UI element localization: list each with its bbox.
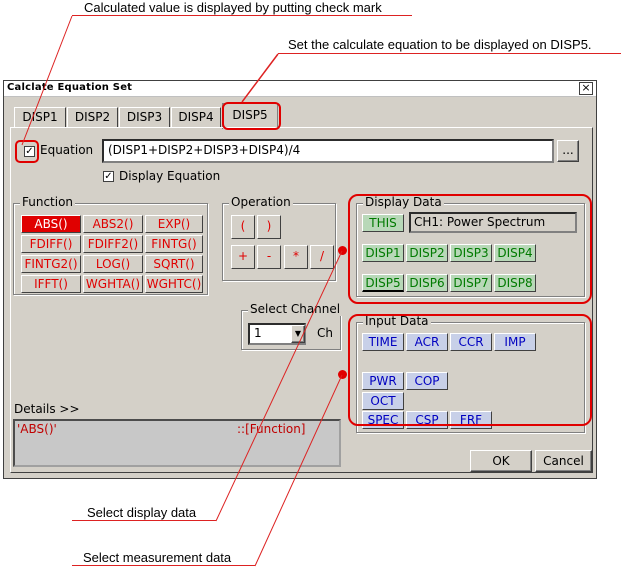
display-data-callout-underline — [72, 520, 216, 521]
close-button[interactable]: × — [579, 82, 593, 95]
operation-close-paren[interactable]: ) — [257, 215, 281, 239]
function-abs2[interactable]: ABS2() — [83, 215, 143, 233]
function-log[interactable]: LOG() — [83, 255, 143, 273]
tab-disp2[interactable]: DISP2 — [67, 107, 118, 127]
details-category-text: ::[Function] — [237, 422, 306, 436]
function-sqrt[interactable]: SQRT() — [145, 255, 203, 273]
function-fdiff[interactable]: FDIFF() — [21, 235, 81, 253]
input-data-highlight — [348, 314, 592, 426]
disp5-callout-underline — [278, 53, 621, 54]
equation-browse-button[interactable]: ... — [557, 140, 579, 162]
measurement-callout-underline — [72, 565, 255, 566]
operation-plus[interactable]: + — [231, 245, 255, 269]
channel-dropdown-button[interactable]: ▼ — [291, 325, 305, 343]
disp5-tab-highlight — [222, 102, 281, 130]
operation-divide[interactable]: / — [310, 245, 334, 269]
function-fintg2[interactable]: FINTG2() — [21, 255, 81, 273]
display-equation-label: Display Equation — [119, 169, 221, 183]
operation-group-title: Operation — [229, 195, 293, 209]
disp5-callout: Set the calculate equation to be display… — [288, 37, 592, 52]
ok-button[interactable]: OK — [470, 450, 532, 472]
checkbox-highlight — [15, 140, 39, 163]
display-data-highlight — [348, 194, 592, 304]
window-title: Calclate Equation Set — [7, 82, 133, 93]
display-data-pointer-dot — [338, 246, 347, 255]
equation-input[interactable]: (DISP1+DISP2+DISP3+DISP4)/4 — [102, 139, 554, 163]
checkmark-callout: Calculated value is displayed by putting… — [84, 0, 382, 15]
input-data-pointer-dot — [338, 370, 347, 379]
calculate-equation-dialog: Calclate Equation Set × DISP1 DISP2 DISP… — [3, 80, 597, 479]
function-wghtc[interactable]: WGHTC() — [145, 275, 203, 293]
operation-minus[interactable]: - — [257, 245, 281, 269]
title-bar: Calclate Equation Set × — [4, 81, 596, 97]
details-function-text: 'ABS()' — [17, 422, 57, 436]
equation-label: Equation — [40, 143, 94, 157]
checkmark-callout-underline — [72, 15, 412, 16]
function-fintg[interactable]: FINTG() — [145, 235, 203, 253]
operation-open-paren[interactable]: ( — [231, 215, 255, 239]
cancel-button[interactable]: Cancel — [535, 450, 592, 472]
function-wghta[interactable]: WGHTA() — [83, 275, 143, 293]
function-ifft[interactable]: IFFT() — [21, 275, 81, 293]
details-toggle[interactable]: Details >> — [14, 402, 80, 416]
details-panel: 'ABS()' ::[Function] — [13, 419, 341, 467]
function-abs[interactable]: ABS() — [21, 215, 81, 233]
tab-disp3[interactable]: DISP3 — [119, 107, 170, 127]
measurement-callout: Select measurement data — [83, 550, 232, 565]
channel-select-value: 1 — [254, 326, 262, 340]
function-exp[interactable]: EXP() — [145, 215, 203, 233]
function-group-title: Function — [20, 195, 76, 209]
operation-multiply[interactable]: * — [284, 245, 308, 269]
display-data-callout: Select display data — [87, 505, 197, 520]
tab-disp1[interactable]: DISP1 — [14, 107, 66, 127]
tab-disp4[interactable]: DISP4 — [171, 107, 221, 127]
select-channel-title: Select Channel — [248, 302, 343, 316]
channel-unit-label: Ch — [317, 326, 333, 340]
display-equation-checkbox[interactable]: ✓ — [103, 171, 114, 182]
function-fdiff2[interactable]: FDIFF2() — [83, 235, 143, 253]
